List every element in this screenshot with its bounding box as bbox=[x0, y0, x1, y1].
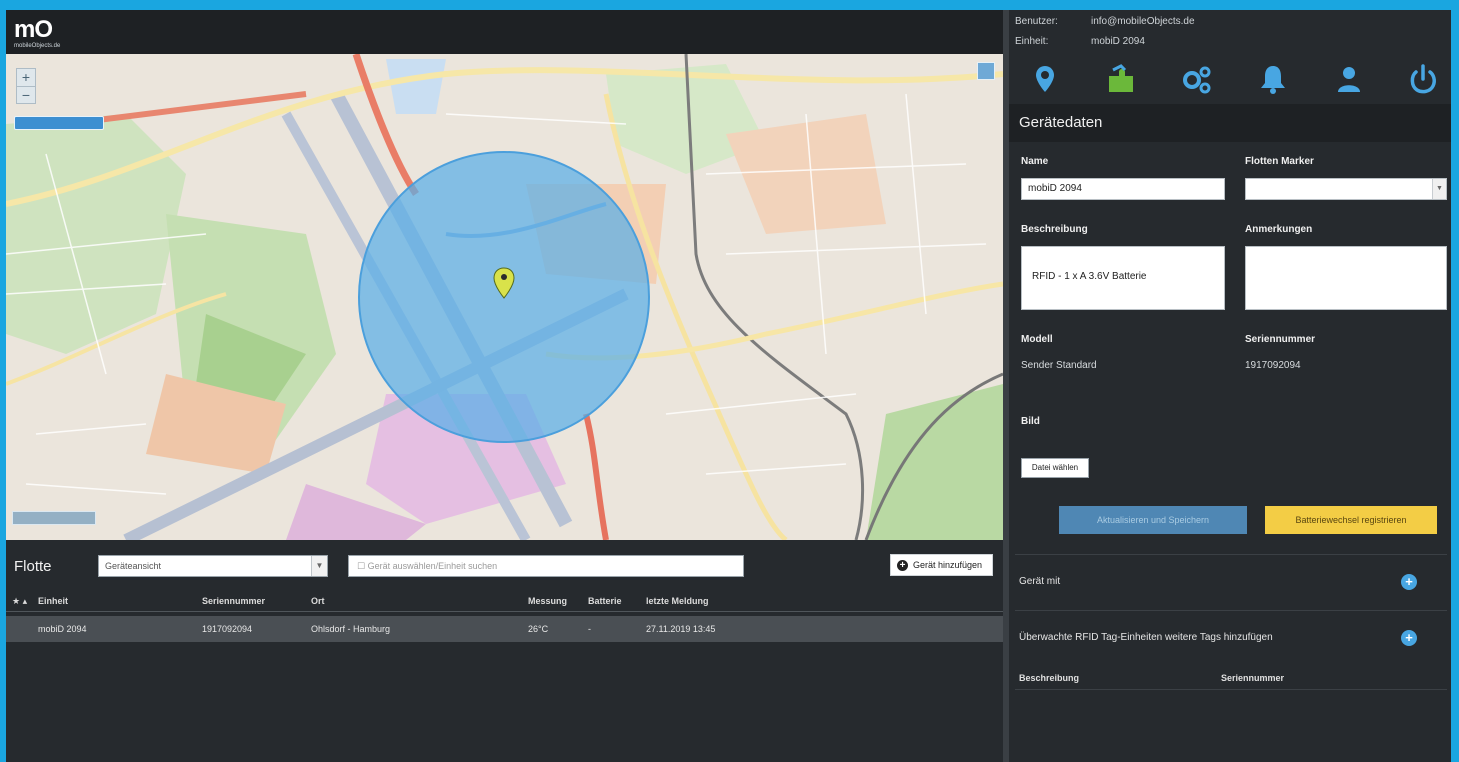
device-search-input[interactable]: ☐ Gerät auswählen/Einheit suchen bbox=[348, 555, 744, 577]
col-ort[interactable]: Ort bbox=[311, 590, 325, 612]
power-icon[interactable] bbox=[1405, 62, 1441, 96]
cell-batterie: - bbox=[588, 624, 591, 634]
col-beschreibung[interactable]: Beschreibung bbox=[1019, 666, 1079, 690]
benutzer-value: info@mobileObjects.de bbox=[1091, 16, 1195, 27]
col-batterie[interactable]: Batterie bbox=[588, 590, 622, 612]
cell-seriennummer: 1917092094 bbox=[202, 624, 253, 634]
name-label: Name bbox=[1021, 156, 1049, 167]
icon-toolbar bbox=[1009, 58, 1451, 102]
chevron-down-icon: ▼ bbox=[311, 556, 327, 576]
user-icon[interactable] bbox=[1331, 62, 1367, 96]
cell-ort: Ohlsdorf - Hamburg bbox=[311, 624, 391, 634]
plus-circle-icon[interactable]: + bbox=[1401, 630, 1417, 646]
chevron-down-icon: ▼ bbox=[1432, 179, 1446, 199]
logo-text: mO bbox=[14, 16, 53, 43]
zoom-in-button[interactable]: + bbox=[17, 69, 35, 86]
right-panel: Benutzer: info@mobileObjects.de Einheit: m… bbox=[1009, 10, 1451, 762]
rfid-table-header: Beschreibung Seriennummer bbox=[1015, 666, 1447, 690]
top-bar: mO mobileObjects.de bbox=[6, 10, 1003, 54]
search-placeholder: Gerät auswählen/Einheit suchen bbox=[367, 561, 498, 571]
cell-messung: 26°C bbox=[528, 624, 549, 634]
star-icon[interactable]: ★ ▴ bbox=[12, 590, 27, 612]
app-frame: mO mobileObjects.de + − Flotte Geräteans… bbox=[6, 10, 1451, 762]
left-column: mO mobileObjects.de + − Flotte Geräteans… bbox=[6, 10, 1003, 762]
beschreibung-label: Beschreibung bbox=[1021, 224, 1088, 235]
geofence-layer bbox=[358, 151, 650, 443]
battery-change-button[interactable]: Batteriewechsel registrieren bbox=[1265, 506, 1437, 534]
modell-label: Modell bbox=[1021, 334, 1053, 345]
zoom-out-button[interactable]: − bbox=[17, 86, 35, 103]
layers-button[interactable] bbox=[977, 62, 995, 80]
user-info: Benutzer: info@mobileObjects.de Einheit: m… bbox=[1015, 12, 1195, 52]
device-data-header: Gerätedaten bbox=[1009, 104, 1451, 142]
seriennummer-value: 1917092094 bbox=[1245, 360, 1301, 371]
beschreibung-textarea[interactable]: RFID - 1 x A 3.6V Batterie bbox=[1021, 246, 1225, 310]
col-einheit[interactable]: Einheit bbox=[38, 590, 68, 612]
col-seriennummer[interactable]: Seriennummer bbox=[1221, 666, 1284, 690]
col-letzte-meldung[interactable]: letzte Meldung bbox=[646, 590, 709, 612]
map-pin-icon[interactable] bbox=[1027, 62, 1063, 96]
plus-circle-icon[interactable]: + bbox=[1401, 574, 1417, 590]
file-upload-button[interactable]: Datei wählen bbox=[1021, 458, 1089, 478]
einheit-value: mobiD 2094 bbox=[1091, 36, 1145, 47]
modell-value: Sender Standard bbox=[1021, 360, 1097, 371]
seriennummer-label: Seriennummer bbox=[1245, 334, 1316, 345]
map-scale-bar bbox=[12, 511, 96, 525]
view-dropdown-value: Geräteansicht bbox=[105, 561, 162, 571]
flotten-marker-label: Flotten Marker bbox=[1245, 156, 1314, 167]
search-icon: ☐ bbox=[357, 561, 368, 571]
settings-gears-icon[interactable] bbox=[1179, 62, 1215, 96]
logo-tagline: mobileObjects.de bbox=[14, 43, 61, 49]
benutzer-label: Benutzer: bbox=[1015, 16, 1058, 27]
cell-einheit: mobiD 2094 bbox=[38, 624, 87, 634]
col-messung[interactable]: Messung bbox=[528, 590, 567, 612]
add-device-button[interactable]: + Gerät hinzufügen bbox=[890, 554, 993, 576]
einheit-label: Einheit: bbox=[1015, 36, 1049, 47]
table-row[interactable]: mobiD 2094 1917092094 Ohlsdorf - Hamburg… bbox=[6, 616, 1003, 642]
save-button[interactable]: Aktualisieren und Speichern bbox=[1059, 506, 1247, 534]
device-data-title: Gerätedaten bbox=[1019, 114, 1103, 131]
name-input[interactable]: mobiD 2094 bbox=[1021, 178, 1225, 200]
fleet-table-header: ★ ▴ Einheit Seriennummer Ort Messung Bat… bbox=[6, 590, 1003, 612]
fleet-panel: Flotte Geräteansicht ▼ ☐ Gerät auswählen… bbox=[6, 540, 1003, 762]
bild-label: Bild bbox=[1021, 416, 1040, 427]
section-geraet-mit[interactable]: Gerät mit + bbox=[1015, 554, 1447, 610]
flotten-marker-select[interactable]: ▼ bbox=[1245, 178, 1447, 200]
puzzle-icon[interactable] bbox=[1103, 62, 1139, 96]
add-device-label: Gerät hinzufügen bbox=[913, 560, 983, 570]
map-type-toggle[interactable] bbox=[14, 116, 104, 130]
col-seriennummer[interactable]: Seriennummer bbox=[202, 590, 265, 612]
anmerkungen-textarea[interactable] bbox=[1245, 246, 1447, 310]
cell-letzte-meldung: 27.11.2019 13:45 bbox=[646, 624, 716, 634]
anmerkungen-label: Anmerkungen bbox=[1245, 224, 1313, 235]
section-geraet-mit-label: Gerät mit bbox=[1019, 576, 1061, 587]
zoom-control[interactable]: + − bbox=[16, 68, 36, 104]
map-view[interactable]: + − bbox=[6, 54, 1003, 540]
view-dropdown[interactable]: Geräteansicht ▼ bbox=[98, 555, 328, 577]
fleet-title: Flotte bbox=[14, 558, 52, 575]
bell-icon[interactable] bbox=[1255, 62, 1291, 96]
section-rfid-tags-label: Überwachte RFID Tag-Einheiten weitere Ta… bbox=[1019, 632, 1273, 643]
section-rfid-tags[interactable]: Überwachte RFID Tag-Einheiten weitere Ta… bbox=[1015, 610, 1447, 666]
app-logo[interactable]: mO mobileObjects.de bbox=[14, 16, 84, 50]
plus-circle-icon: + bbox=[897, 560, 908, 571]
